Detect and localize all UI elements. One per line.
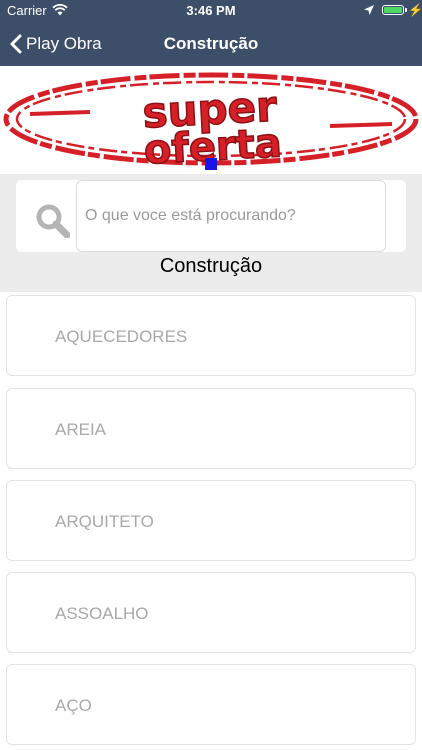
list-item-arquiteto[interactable]: ARQUITETO (6, 480, 416, 561)
category-list: AQUECEDORES AREIA ARQUITETO ASSOALHO AÇO (0, 292, 422, 750)
list-item-label: AREIA (55, 420, 107, 439)
search-section (0, 174, 422, 262)
status-bar: Carrier 3:46 PM ⚡ (0, 0, 422, 22)
nav-bar: Play Obra Construção (0, 22, 422, 66)
navigation-header: Carrier 3:46 PM ⚡ Play Obra Construção (0, 0, 422, 66)
list-item-aco[interactable]: AÇO (6, 664, 416, 745)
clock: 3:46 PM (186, 3, 236, 18)
search-bar (16, 180, 406, 252)
search-input[interactable] (76, 180, 386, 252)
list-item-label: AÇO (55, 696, 92, 715)
list-item-label: ASSOALHO (55, 604, 149, 623)
page-indicator[interactable] (205, 158, 217, 170)
back-button[interactable]: Play Obra (10, 22, 102, 66)
list-item-assoalho[interactable]: ASSOALHO (6, 572, 416, 653)
location-arrow-icon (364, 5, 374, 15)
list-item-aquecedores[interactable]: AQUECEDORES (6, 295, 416, 376)
battery-icon (382, 5, 407, 15)
section-header: Construção (0, 256, 422, 292)
charging-bolt-icon: ⚡ (408, 3, 422, 17)
search-icon (36, 204, 70, 238)
chevron-left-icon (10, 34, 22, 54)
list-item-label: AQUECEDORES (55, 327, 188, 346)
list-item-areia[interactable]: AREIA (6, 388, 416, 469)
section-title: Construção (159, 255, 263, 277)
list-item-label: ARQUITETO (55, 512, 154, 531)
back-label: Play Obra (26, 34, 102, 53)
